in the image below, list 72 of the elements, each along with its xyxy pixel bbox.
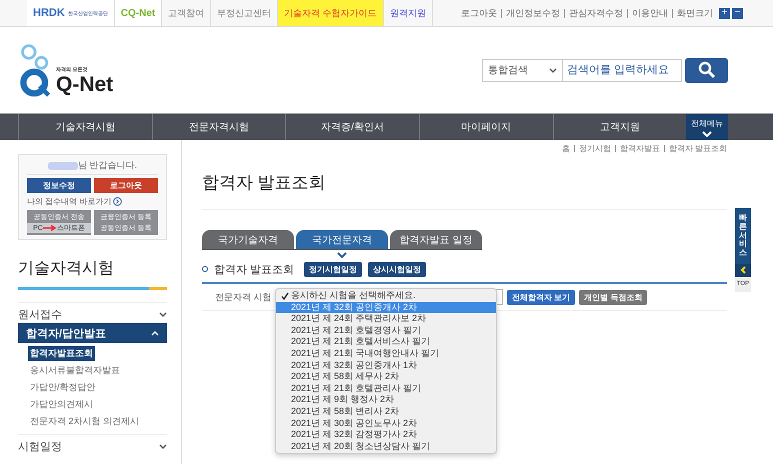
dropdown-option[interactable]: 2021년 제 32회 공인중개사 1차 [276, 360, 496, 372]
nav-item[interactable]: 기술자격시험 [18, 114, 152, 140]
nav-item[interactable]: 전문자격시험 [152, 114, 286, 140]
dropdown-option[interactable]: 2021년 제 21회 국내여행안내사 필기 [276, 348, 496, 360]
sidebar-subitem[interactable]: 전문자격 2차시험 의견제시 [28, 414, 142, 429]
breadcrumb-link[interactable]: 정기시험 [578, 143, 611, 154]
chevron-up-icon [151, 330, 159, 336]
dropdown-option[interactable]: 2021년 제 21회 호텔서비스사 필기 [276, 336, 496, 348]
breadcrumb-link[interactable]: 합격자발표 [620, 143, 660, 154]
chevron-down-icon [337, 252, 347, 258]
arrow-right-icon [42, 225, 57, 231]
chevron-left-icon [740, 266, 746, 274]
dropdown-option[interactable]: 2021년 제 21회 호텔경영사 필기 [276, 324, 496, 336]
tab[interactable]: 국가전문자격 [296, 230, 388, 249]
dropdown-option[interactable]: 2021년 제 9회 행정사 2차 [276, 394, 496, 406]
chevron-down-icon [549, 68, 557, 72]
font-size-label: 화면크기 [676, 6, 714, 20]
subsection-title: 합격자 발표조회 [214, 262, 294, 276]
shortcut-link[interactable]: 나의 접수내역 바로가기 [27, 196, 112, 207]
chevron-circle-icon [113, 197, 122, 206]
checkmark-icon [280, 292, 288, 300]
utility-link[interactable]: 개인정보수정 [502, 6, 564, 20]
utility-link[interactable]: 로그아웃 [457, 6, 501, 20]
tab[interactable]: 합격자발표 일정 [390, 230, 482, 249]
utility-link[interactable]: 이용안내 [628, 6, 672, 20]
schedule-button[interactable]: 정기시험일정 [304, 262, 362, 276]
dropdown-option[interactable]: 2021년 제 32회 공인중개사 2차 [276, 302, 496, 314]
breadcrumb-link[interactable]: 홈 [562, 143, 570, 154]
tab[interactable]: 국가기술자격 [202, 230, 294, 249]
dropdown-option[interactable]: 2021년 제 24회 주택관리사보 2차 [276, 313, 496, 325]
utility-link[interactable]: 관심자격수정 [565, 6, 627, 20]
collapse-button[interactable] [735, 264, 751, 277]
search-field[interactable]: 검색어를 입력하세요 [562, 58, 682, 82]
dropdown-option[interactable]: 2021년 제 30회 공인노무사 2차 [276, 418, 496, 430]
dropdown-option[interactable]: 응시하신 시험을 선택해주세요. [276, 290, 496, 302]
search-icon [698, 61, 716, 79]
dropdown-option[interactable]: 2021년 제 20회 청소년상담사 필기 [276, 440, 496, 452]
font-size-button[interactable]: − [732, 8, 743, 18]
utility-link[interactable]: 기술자격 수험자가이드 [278, 0, 384, 26]
utility-link[interactable]: 원격지원 [384, 0, 433, 26]
dropdown-option[interactable]: 2021년 제 32회 감정평가사 2차 [276, 429, 496, 441]
filter-label: 전문자격 시험 [215, 290, 273, 304]
result-button[interactable]: 개인별 득점조회 [579, 290, 648, 304]
quick-service-tab[interactable]: 빠른서비스 [735, 208, 751, 264]
greeting-text: 님 반갑습니다. [78, 159, 137, 172]
dropdown-option[interactable]: 2021년 제 58회 세무사 2차 [276, 371, 496, 383]
sidebar-menu-item[interactable]: 합격자/답안발표 [18, 322, 167, 343]
dropdown-option[interactable]: 2021년 제 21회 호텔관리사 필기 [276, 382, 496, 394]
all-menu-button[interactable]: 전체메뉴 [686, 114, 728, 140]
font-size-button[interactable]: + [719, 8, 730, 18]
blurred-username [48, 162, 78, 170]
account-button[interactable]: 로그아웃 [94, 178, 158, 193]
chevron-down-icon [702, 130, 712, 136]
sidebar-subitem[interactable]: 합격자발표조회 [28, 346, 95, 361]
section-title: 기술자격시험 [18, 259, 115, 279]
chevron-down-icon [159, 312, 167, 316]
schedule-button[interactable]: 상시시험일정 [368, 262, 426, 276]
search-button[interactable] [685, 58, 728, 82]
breadcrumb-link[interactable]: 합격자 발표조회 [668, 143, 727, 154]
chevron-down-icon [159, 444, 167, 448]
page-title: 합격자 발표조회 [202, 172, 327, 194]
utility-link[interactable]: 고객참여 [162, 0, 212, 26]
result-button[interactable]: 전체합격자 보기 [507, 290, 576, 304]
sidebar-subitem[interactable]: 응시서류불합격자발표 [28, 363, 122, 378]
account-button[interactable]: 정보수정 [27, 178, 91, 193]
dropdown-option[interactable]: 2021년 제 58회 변리사 2차 [276, 406, 496, 418]
nav-item[interactable]: 자격증/확인서 [285, 114, 419, 140]
sidebar-subitem[interactable]: 가답안의견제시 [28, 397, 95, 412]
nav-item[interactable]: 마이페이지 [418, 114, 552, 140]
sidebar-menu-item[interactable]: 시험일정 [18, 434, 167, 454]
bullet-icon [202, 266, 208, 272]
sidebar-subitem[interactable]: 가답안/확정답안 [28, 380, 98, 395]
